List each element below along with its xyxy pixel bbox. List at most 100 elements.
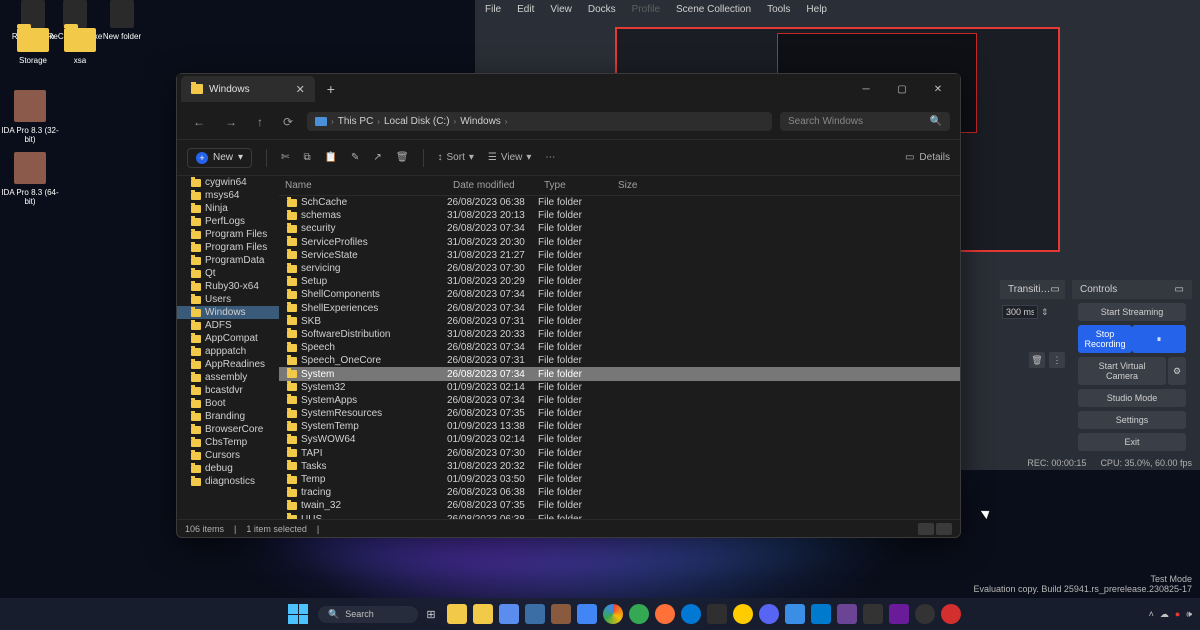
file-row[interactable]: ShellExperiences26/08/2023 07:34File fol… bbox=[279, 302, 960, 315]
tree-node[interactable]: bcastdvr bbox=[177, 384, 279, 397]
file-row[interactable]: SchCache26/08/2023 06:38File folder bbox=[279, 196, 960, 209]
back-button[interactable]: ← bbox=[187, 111, 211, 133]
tree-node[interactable]: PerfLogs bbox=[177, 215, 279, 228]
menu-tools[interactable]: Tools bbox=[767, 4, 790, 15]
menu-help[interactable]: Help bbox=[806, 4, 827, 15]
file-row[interactable]: twain_3226/08/2023 07:35File folder bbox=[279, 499, 960, 512]
close-button[interactable]: ✕ bbox=[920, 76, 956, 102]
file-row[interactable]: SKB26/08/2023 07:31File folder bbox=[279, 315, 960, 328]
col-type[interactable]: Type bbox=[538, 178, 612, 193]
explorer-icon[interactable] bbox=[447, 604, 467, 624]
file-row[interactable]: SystemTemp01/09/2023 13:38File folder bbox=[279, 420, 960, 433]
app-icon[interactable] bbox=[577, 604, 597, 624]
transition-duration-input[interactable] bbox=[1002, 305, 1038, 319]
file-row[interactable]: TAPI26/08/2023 07:30File folder bbox=[279, 447, 960, 460]
file-row[interactable]: Speech_OneCore26/08/2023 07:31File folde… bbox=[279, 354, 960, 367]
tree-node[interactable]: ProgramData bbox=[177, 254, 279, 267]
firefox-icon[interactable] bbox=[655, 604, 675, 624]
taskbar[interactable]: 🔍Search ⊞ ˄ ☁ ● 🕪 bbox=[0, 598, 1200, 630]
crumb-disk[interactable]: Local Disk (C:) bbox=[384, 116, 450, 127]
refresh-button[interactable]: ⟳ bbox=[277, 111, 299, 133]
file-row[interactable]: SysWOW6401/09/2023 02:14File folder bbox=[279, 433, 960, 446]
menu-profile[interactable]: Profile bbox=[632, 4, 660, 15]
tree-node[interactable]: Users bbox=[177, 293, 279, 306]
app-icon[interactable] bbox=[785, 604, 805, 624]
rows-container[interactable]: SchCache26/08/2023 06:38File folderschem… bbox=[279, 196, 960, 519]
chrome-icon[interactable] bbox=[603, 604, 623, 624]
col-size[interactable]: Size bbox=[612, 178, 658, 193]
tree-node[interactable]: AppReadines bbox=[177, 358, 279, 371]
more-icon[interactable]: ⋮ bbox=[1049, 352, 1065, 368]
maximize-button[interactable]: ▢ bbox=[884, 76, 920, 102]
delete-button[interactable]: 🗑 bbox=[396, 152, 409, 163]
file-row[interactable]: Speech26/08/2023 07:34File folder bbox=[279, 341, 960, 354]
chevron-icon[interactable]: › bbox=[377, 117, 380, 126]
discord-icon[interactable] bbox=[759, 604, 779, 624]
col-name[interactable]: Name bbox=[279, 178, 447, 193]
col-date[interactable]: Date modified bbox=[447, 178, 538, 193]
tree-node[interactable]: diagnostics bbox=[177, 475, 279, 488]
app-icon[interactable] bbox=[889, 604, 909, 624]
system-tray[interactable]: ˄ ☁ ● 🕪 bbox=[1149, 609, 1192, 620]
tree-node[interactable]: Ninja bbox=[177, 202, 279, 215]
chevron-icon[interactable]: › bbox=[454, 117, 457, 126]
tree-node[interactable]: apppatch bbox=[177, 345, 279, 358]
file-row[interactable]: Setup31/08/2023 20:29File folder bbox=[279, 275, 960, 288]
tree-node[interactable]: BrowserCore bbox=[177, 423, 279, 436]
file-row[interactable]: System3201/09/2023 02:14File folder bbox=[279, 381, 960, 394]
task-view-icon[interactable]: ⊞ bbox=[421, 604, 441, 624]
menu-scene collection[interactable]: Scene Collection bbox=[676, 4, 751, 15]
desktop-icon[interactable]: IDA Pro 8.3 (32-bit) bbox=[0, 90, 60, 144]
app-icon[interactable] bbox=[551, 604, 571, 624]
breadcrumb[interactable]: › This PC › Local Disk (C:) › Windows › bbox=[307, 112, 772, 131]
file-row[interactable]: Temp01/09/2023 03:50File folder bbox=[279, 473, 960, 486]
tree-node[interactable]: Program Files bbox=[177, 228, 279, 241]
desktop-icon[interactable]: xsa bbox=[50, 28, 110, 65]
titlebar[interactable]: Windows ✕ + ─ ▢ ✕ bbox=[177, 74, 960, 104]
minimize-button[interactable]: ─ bbox=[848, 76, 884, 102]
rename-button[interactable]: ✎ bbox=[351, 152, 359, 163]
file-row[interactable]: ShellComponents26/08/2023 07:34File fold… bbox=[279, 288, 960, 301]
tree-node[interactable]: Branding bbox=[177, 410, 279, 423]
forward-button[interactable]: → bbox=[219, 111, 243, 133]
column-headers[interactable]: Name Date modified Type Size bbox=[279, 176, 960, 196]
view-details-icon[interactable] bbox=[918, 523, 934, 535]
app-icon[interactable] bbox=[733, 604, 753, 624]
file-row[interactable]: servicing26/08/2023 07:30File folder bbox=[279, 262, 960, 275]
up-button[interactable]: ↑ bbox=[251, 111, 269, 133]
tree-node[interactable]: debug bbox=[177, 462, 279, 475]
taskbar-search[interactable]: 🔍Search bbox=[318, 606, 418, 623]
paste-button[interactable]: 📋 bbox=[325, 152, 337, 163]
sort-button[interactable]: ↕ Sort ▾ bbox=[438, 152, 474, 163]
start-virtual-camera-button[interactable]: Start Virtual Camera bbox=[1078, 357, 1166, 385]
details-toggle[interactable]: ▭ Details bbox=[905, 152, 950, 163]
file-row[interactable]: Tasks31/08/2023 20:32File folder bbox=[279, 460, 960, 473]
file-row[interactable]: SystemApps26/08/2023 07:34File folder bbox=[279, 394, 960, 407]
trash-icon[interactable]: 🗑 bbox=[1029, 352, 1045, 368]
settings-button[interactable]: Settings bbox=[1078, 411, 1186, 429]
wifi-icon[interactable]: 🕪 bbox=[1186, 609, 1192, 620]
obs-icon[interactable] bbox=[915, 604, 935, 624]
start-streaming-button[interactable]: Start Streaming bbox=[1078, 303, 1186, 321]
new-tab-button[interactable]: + bbox=[327, 81, 335, 97]
cut-button[interactable]: ✄ bbox=[281, 152, 289, 163]
file-row[interactable]: System26/08/2023 07:34File folder bbox=[279, 367, 960, 380]
chevron-icon[interactable]: › bbox=[331, 117, 334, 126]
chevron-icon[interactable]: › bbox=[505, 117, 508, 126]
nav-tree[interactable]: cygwin64msys64NinjaPerfLogsProgram Files… bbox=[177, 176, 279, 519]
tree-node[interactable]: cygwin64 bbox=[177, 176, 279, 189]
file-row[interactable]: SystemResources26/08/2023 07:35File fold… bbox=[279, 407, 960, 420]
desktop-icon[interactable]: IDA Pro 8.3 (64-bit) bbox=[0, 152, 60, 206]
new-button[interactable]: +New ▾ bbox=[187, 148, 252, 168]
tab-windows[interactable]: Windows ✕ bbox=[181, 76, 315, 102]
vcam-settings-button[interactable]: ⚙ bbox=[1168, 357, 1186, 385]
stop-recording-button[interactable]: Stop Recording bbox=[1078, 325, 1132, 353]
spinner-icon[interactable]: ⇕ bbox=[1041, 307, 1049, 318]
file-row[interactable]: security26/08/2023 07:34File folder bbox=[279, 222, 960, 235]
popout-icon[interactable]: ▭ bbox=[1175, 284, 1184, 295]
app-icon[interactable] bbox=[941, 604, 961, 624]
copy-button[interactable]: ⧉ bbox=[303, 152, 310, 163]
studio-mode-button[interactable]: Studio Mode bbox=[1078, 389, 1186, 407]
more-button[interactable]: ⋯ bbox=[545, 152, 555, 163]
file-row[interactable]: ServiceState31/08/2023 21:27File folder bbox=[279, 249, 960, 262]
